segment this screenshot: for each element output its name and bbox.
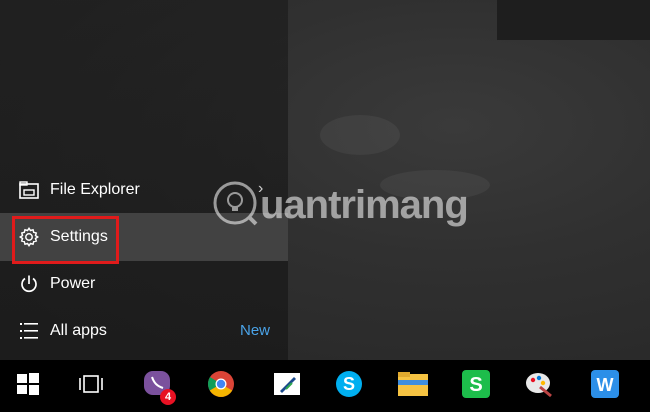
- menu-item-label: Power: [50, 275, 96, 292]
- menu-item-power[interactable]: Power: [0, 262, 240, 306]
- paint-icon: [524, 369, 554, 404]
- svg-text:S: S: [469, 374, 482, 396]
- file-explorer-taskbar-button[interactable]: [388, 360, 438, 412]
- viber-taskbar-button[interactable]: 4: [132, 360, 182, 412]
- background-window: [497, 0, 650, 40]
- menu-item-label: All apps: [50, 322, 107, 339]
- spreadsheet-s-icon: S: [461, 369, 491, 404]
- file-explorer-folder-icon: [397, 370, 429, 403]
- writer-w-icon: W: [590, 369, 620, 404]
- svg-text:W: W: [597, 375, 614, 395]
- notification-badge: 4: [160, 389, 176, 405]
- chrome-icon: [206, 369, 236, 404]
- power-icon: [18, 273, 40, 295]
- background-shape: [320, 115, 400, 155]
- task-view-button[interactable]: [66, 360, 116, 412]
- menu-item-all-apps[interactable]: All apps: [0, 309, 240, 353]
- settings-highlight-box: [12, 216, 119, 264]
- svg-text:S: S: [343, 374, 355, 394]
- lightbulb-logo-icon: [212, 180, 258, 231]
- skype-icon: S: [334, 369, 364, 404]
- list-icon: [18, 320, 40, 342]
- taskbar: 4 S S W: [0, 360, 650, 412]
- windows-start-button[interactable]: [3, 360, 53, 412]
- quill-app-icon: [272, 369, 302, 404]
- chrome-taskbar-button[interactable]: [196, 360, 246, 412]
- skype-taskbar-button[interactable]: S: [324, 360, 374, 412]
- watermark: uantrimang: [212, 180, 469, 231]
- writer-taskbar-button[interactable]: W: [580, 360, 630, 412]
- menu-item-label: File Explorer: [50, 181, 140, 198]
- watermark-text: uantrimang: [260, 183, 469, 227]
- new-badge: New: [240, 322, 271, 339]
- windows-start-icon: [17, 372, 39, 400]
- task-view-icon: [78, 374, 104, 399]
- paint-taskbar-button[interactable]: [514, 360, 564, 412]
- menu-item-file-explorer[interactable]: File Explorer: [0, 168, 240, 212]
- file-explorer-icon: [18, 179, 40, 201]
- quill-app-taskbar-button[interactable]: [262, 360, 312, 412]
- spreadsheet-taskbar-button[interactable]: S: [451, 360, 501, 412]
